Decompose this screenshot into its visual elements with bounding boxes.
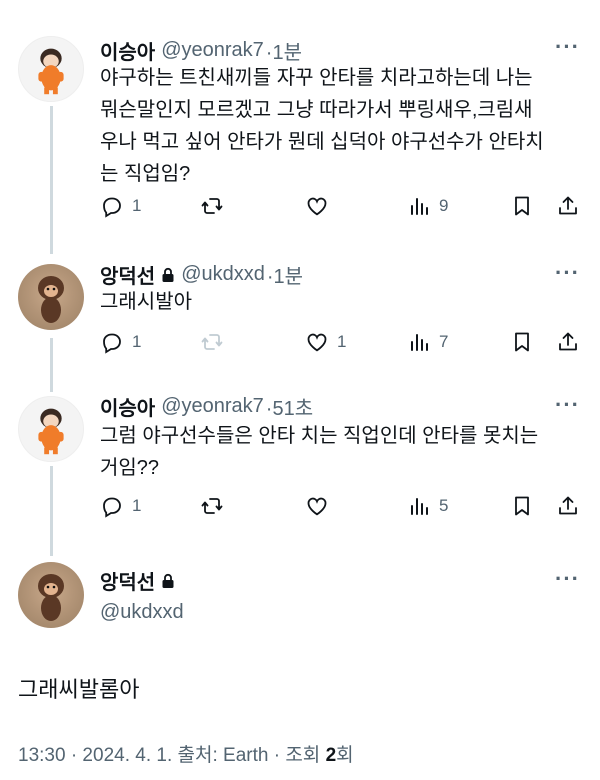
view-count: 9: [439, 196, 449, 215]
tweet-actions: 1 5: [100, 494, 590, 524]
timestamp-source[interactable]: 13:30 · 2024. 4. 1. 출처: Earth · 조회: [18, 745, 326, 766]
like-icon: [307, 197, 327, 216]
retweet-icon: [201, 334, 223, 350]
reply-icon: [103, 197, 121, 218]
thread-line: [50, 106, 53, 254]
avatar[interactable]: [18, 36, 84, 102]
like-count: 1: [337, 332, 347, 351]
reply-icon: [103, 497, 121, 518]
retweet-icon: [201, 498, 223, 514]
thread-line: [50, 466, 53, 556]
tweet-actions: 1 9: [100, 194, 590, 224]
like-button[interactable]: [305, 494, 329, 518]
retweet-icon: [201, 198, 223, 214]
share-button[interactable]: [556, 330, 580, 354]
view-count: 2: [325, 745, 337, 766]
retweet-button[interactable]: [200, 194, 224, 218]
share-icon: [559, 332, 577, 351]
share-icon: [559, 496, 577, 515]
reply-count: 1: [132, 196, 142, 215]
bookmark-icon: [515, 496, 529, 516]
main-tweet-text: 그래씨발롬아: [18, 677, 140, 702]
bookmark-icon: [515, 196, 529, 216]
main-tweet-meta: 13:30 · 2024. 4. 1. 출처: Earth · 조회 2회: [18, 740, 354, 767]
retweet-button[interactable]: [200, 494, 224, 518]
display-name[interactable]: 앙덕선: [100, 566, 155, 595]
avatar[interactable]: [18, 396, 84, 462]
tweet-time[interactable]: ·1분: [267, 260, 303, 289]
reply-count: 1: [132, 496, 142, 515]
like-button[interactable]: [305, 194, 329, 218]
more-icon[interactable]: ···: [555, 392, 580, 418]
share-button[interactable]: [556, 494, 580, 518]
display-name[interactable]: 이승아: [100, 36, 155, 65]
reply-icon: [103, 333, 121, 354]
reply-button[interactable]: 1: [100, 194, 141, 218]
tweet-header: 앙덕선 @ukdxxd ·1분: [100, 260, 303, 289]
view-count: 5: [439, 496, 449, 515]
tweet-text: 야구하는 트친새끼들 자꾸 안타를 치라고하는데 나는 뭐슨말인지 모르겠고 그…: [100, 67, 544, 185]
bookmark-button[interactable]: [510, 194, 534, 218]
tweet-text: 그럼 야구선수들은 안타 치는 직업인데 안타를 못치는 거임??: [100, 425, 539, 479]
display-name[interactable]: 앙덕선: [100, 260, 155, 289]
main-tweet-author: 앙덕선 @ukdxxd: [100, 566, 184, 624]
views-suffix: 회: [336, 745, 354, 766]
lock-icon: [162, 573, 174, 588]
reply-count: 1: [132, 332, 142, 351]
tweet-time[interactable]: ·51초: [266, 392, 313, 421]
share-icon: [559, 196, 577, 215]
tweet-actions: 1 1 7: [100, 330, 590, 360]
user-handle[interactable]: @ukdxxd: [100, 601, 184, 624]
reply-button[interactable]: 1: [100, 330, 141, 354]
like-icon: [307, 333, 327, 352]
more-icon[interactable]: ···: [555, 34, 580, 60]
lock-icon: [162, 267, 174, 282]
retweet-button[interactable]: [200, 330, 224, 354]
thread-line: [50, 338, 53, 392]
like-icon: [307, 497, 327, 516]
user-handle[interactable]: @ukdxxd: [181, 263, 265, 286]
more-icon[interactable]: ···: [555, 260, 580, 286]
reply-button[interactable]: 1: [100, 494, 141, 518]
share-button[interactable]: [556, 194, 580, 218]
character-avatar-image: [38, 408, 64, 455]
more-icon[interactable]: ···: [555, 566, 580, 592]
view-count: 7: [439, 332, 449, 351]
avatar[interactable]: [18, 264, 84, 330]
bookmark-button[interactable]: [510, 330, 534, 354]
user-handle[interactable]: @yeonrak7: [161, 395, 264, 418]
monkey-doll-avatar-image: [38, 574, 64, 621]
tweet-time[interactable]: ·1분: [266, 36, 302, 65]
monkey-doll-avatar-image: [38, 276, 64, 323]
views-button[interactable]: 5: [407, 494, 448, 518]
views-button[interactable]: 9: [407, 194, 448, 218]
tweet-header: 이승아 @yeonrak7 ·1분: [100, 36, 302, 65]
avatar[interactable]: [18, 562, 84, 628]
bookmark-button[interactable]: [510, 494, 534, 518]
character-avatar-image: [38, 48, 64, 95]
user-handle[interactable]: @yeonrak7: [161, 39, 264, 62]
views-icon: [411, 334, 428, 351]
views-button[interactable]: 7: [407, 330, 448, 354]
views-icon: [411, 198, 428, 215]
bookmark-icon: [515, 332, 529, 352]
views-icon: [411, 498, 428, 515]
tweet-text: 그래시발아: [100, 291, 192, 313]
tweet-header: 이승아 @yeonrak7 ·51초: [100, 392, 313, 421]
display-name[interactable]: 이승아: [100, 392, 155, 421]
like-button[interactable]: 1: [305, 330, 346, 354]
